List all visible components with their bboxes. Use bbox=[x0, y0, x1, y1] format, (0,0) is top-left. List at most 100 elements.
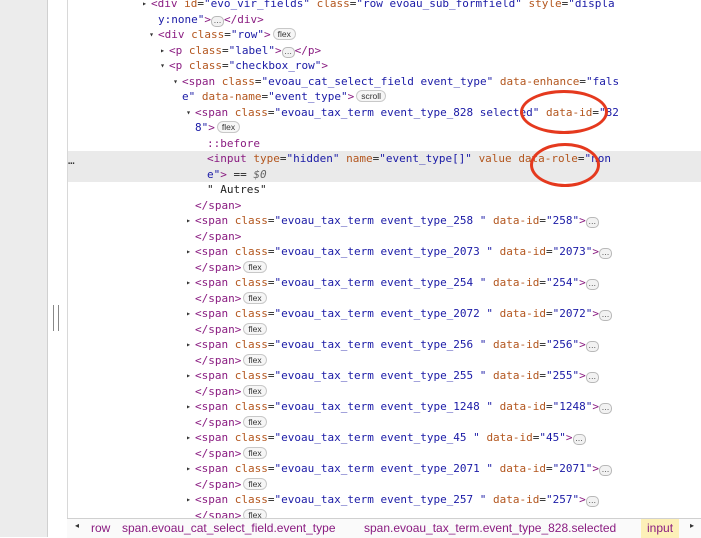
dom-tree-line[interactable]: ▸ <span class="evoau_tax_term event_type_… bbox=[68, 461, 701, 477]
layout-badge[interactable]: flex bbox=[243, 384, 267, 397]
expanded-triangle-icon[interactable]: ▾ bbox=[184, 105, 193, 121]
resize-grip-icon[interactable] bbox=[53, 305, 59, 331]
dom-line-content: " Autres" bbox=[207, 182, 267, 198]
dom-line-content: <span class="evoau_tax_term event_type_4… bbox=[195, 430, 586, 446]
dom-tree-line[interactable]: ▸ <span class="evoau_tax_term event_type_… bbox=[68, 399, 701, 415]
breadcrumb-forward-arrow-icon[interactable]: ▸ bbox=[690, 521, 694, 530]
dom-tree-line[interactable]: </span> bbox=[68, 198, 701, 214]
layout-badge[interactable]: flex bbox=[243, 353, 267, 366]
collapsed-triangle-icon[interactable]: ▸ bbox=[184, 213, 193, 229]
ellipsis-icon[interactable]: … bbox=[599, 248, 613, 259]
ellipsis-icon[interactable]: … bbox=[585, 279, 599, 290]
breadcrumb-item-input[interactable]: input bbox=[641, 519, 680, 538]
layout-badge[interactable]: flex bbox=[243, 260, 267, 273]
collapsed-triangle-icon[interactable]: ▸ bbox=[184, 368, 193, 384]
dom-line-content: </span> flex bbox=[195, 353, 267, 369]
ellipsis-icon[interactable]: … bbox=[585, 341, 599, 352]
console-ref: $0 bbox=[253, 167, 267, 181]
ellipsis-icon[interactable]: … bbox=[585, 372, 599, 383]
dom-tree-line[interactable]: ▸ <span class="evoau_tax_term event_type_… bbox=[68, 213, 701, 229]
layout-badge[interactable]: flex bbox=[243, 415, 267, 428]
tag-token: <div bbox=[151, 0, 185, 10]
dom-tree-line[interactable]: ▸ <span class="evoau_tax_term event_type_… bbox=[68, 306, 701, 322]
collapsed-triangle-icon[interactable]: ▸ bbox=[184, 430, 193, 446]
ellipsis-icon[interactable]: … bbox=[599, 465, 613, 476]
collapsed-triangle-icon[interactable]: ▸ bbox=[158, 43, 167, 59]
collapsed-triangle-icon[interactable]: ▸ bbox=[184, 461, 193, 477]
layout-badge[interactable]: flex bbox=[243, 477, 267, 490]
gutter-ellipsis-icon[interactable]: … bbox=[68, 154, 75, 167]
layout-badge[interactable]: flex bbox=[243, 291, 267, 304]
dom-tree-line[interactable]: </span> flex bbox=[68, 384, 701, 400]
expanded-triangle-icon[interactable]: ▾ bbox=[147, 27, 156, 43]
dom-tree-line[interactable]: ▾ <span class="evoau_cat_select_field eve… bbox=[68, 74, 701, 90]
collapsed-triangle-icon[interactable]: ▸ bbox=[184, 337, 193, 353]
dom-tree-line[interactable]: ▾ <div class="row"> flex bbox=[68, 27, 701, 43]
breadcrumb-item-tax-term[interactable]: span.evoau_tax_term.event_type_828.selec… bbox=[364, 521, 616, 535]
layout-badge[interactable]: flex bbox=[272, 28, 296, 40]
dom-tree-line[interactable]: </span> flex bbox=[68, 291, 701, 307]
collapsed-triangle-icon[interactable]: ▸ bbox=[184, 275, 193, 291]
dom-tree-line[interactable]: ▸ <span class="evoau_tax_term event_type_… bbox=[68, 430, 701, 446]
dom-tree-line[interactable]: </span> flex bbox=[68, 322, 701, 338]
dom-tree-line[interactable]: ▸ <span class="evoau_tax_term event_type_… bbox=[68, 492, 701, 508]
dom-tree-line[interactable]: </span> flex bbox=[68, 446, 701, 462]
dom-tree-line[interactable]: e" data-name="event_type"> scroll bbox=[68, 89, 701, 105]
collapsed-triangle-icon[interactable]: ▸ bbox=[184, 244, 193, 260]
dom-tree-line[interactable]: </span> flex bbox=[68, 415, 701, 431]
dom-tree-line[interactable]: ▸ <div id="evo_vir_fields" class="row evo… bbox=[68, 0, 701, 12]
collapsed-triangle-icon[interactable]: ▸ bbox=[184, 399, 193, 415]
dom-tree-line[interactable]: <input type="hidden" name="event_type[]"… bbox=[68, 151, 701, 167]
tag-token: <span bbox=[195, 400, 235, 413]
breadcrumb-item-cat-select[interactable]: span.evoau_cat_select_field.event_type bbox=[122, 521, 336, 535]
layout-badge[interactable]: flex bbox=[243, 322, 267, 335]
dom-tree-line[interactable]: ▸ <span class="evoau_tax_term event_type_… bbox=[68, 368, 701, 384]
dom-tree-line[interactable]: ▾ <p class="checkbox_row"> bbox=[68, 58, 701, 74]
ellipsis-icon[interactable]: … bbox=[572, 434, 586, 445]
expanded-triangle-icon[interactable]: ▾ bbox=[158, 58, 167, 74]
dom-line-content: </span> flex bbox=[195, 322, 267, 338]
dom-tree-line[interactable]: </span> bbox=[68, 229, 701, 245]
ellipsis-icon[interactable]: … bbox=[281, 46, 295, 58]
dom-tree-line[interactable]: e"> == $0 bbox=[68, 166, 701, 182]
dom-tree-line[interactable]: </span> flex bbox=[68, 260, 701, 276]
dom-tree-line[interactable]: ▸ <span class="evoau_tax_term event_type_… bbox=[68, 337, 701, 353]
attribute-name: class bbox=[234, 214, 268, 227]
dom-tree-line[interactable]: </span> flex bbox=[68, 477, 701, 493]
dom-tree-line[interactable]: ▸ <span class="evoau_tax_term event_type_… bbox=[68, 244, 701, 260]
text-token: = bbox=[267, 307, 275, 320]
dom-tree-line[interactable]: y:none">… </div> bbox=[68, 12, 701, 28]
pseudo-element: ::before bbox=[207, 136, 260, 150]
dom-tree-line[interactable]: ::before bbox=[68, 136, 701, 152]
layout-badge[interactable]: flex bbox=[243, 446, 267, 459]
collapsed-triangle-icon[interactable]: ▸ bbox=[184, 492, 193, 508]
text-token: = bbox=[267, 493, 275, 506]
breadcrumb-item-row[interactable]: row bbox=[91, 521, 110, 535]
ellipsis-icon[interactable]: … bbox=[210, 15, 224, 27]
tag-token: <span bbox=[195, 276, 235, 289]
dom-tree-line[interactable]: </span> flex bbox=[68, 353, 701, 369]
dom-tree-line[interactable]: " Autres" bbox=[68, 182, 701, 198]
dom-line-content: <span class="evoau_tax_term event_type_2… bbox=[195, 337, 599, 353]
layout-badge[interactable]: scroll bbox=[356, 90, 387, 102]
layout-badge[interactable]: flex bbox=[216, 121, 241, 133]
ellipsis-icon[interactable]: … bbox=[599, 310, 613, 321]
attribute-name: class bbox=[234, 369, 268, 382]
dom-tree-line[interactable]: ▸ <span class="evoau_tax_term event_type_… bbox=[68, 275, 701, 291]
attribute-value: "row" bbox=[230, 28, 264, 41]
dom-tree-line[interactable]: 8"> flex bbox=[68, 120, 701, 136]
tag-token: </div> bbox=[223, 12, 264, 26]
layout-badge[interactable]: flex bbox=[243, 508, 267, 518]
breadcrumb-back-arrow-icon[interactable]: ◂ bbox=[75, 521, 79, 530]
dom-tree-line[interactable]: </span> flex bbox=[68, 508, 701, 518]
ellipsis-icon[interactable]: … bbox=[585, 496, 599, 507]
ellipsis-icon[interactable]: … bbox=[599, 403, 613, 414]
ellipsis-icon[interactable]: … bbox=[585, 217, 599, 228]
expanded-triangle-icon[interactable]: ▾ bbox=[171, 74, 180, 90]
tag-token: > bbox=[347, 90, 355, 103]
attribute-name: data-id bbox=[493, 493, 540, 506]
collapsed-triangle-icon[interactable]: ▸ bbox=[184, 306, 193, 322]
dom-tree-line[interactable]: ▸ <p class="label">… </p> bbox=[68, 43, 701, 59]
collapsed-triangle-icon[interactable]: ▸ bbox=[140, 0, 149, 12]
